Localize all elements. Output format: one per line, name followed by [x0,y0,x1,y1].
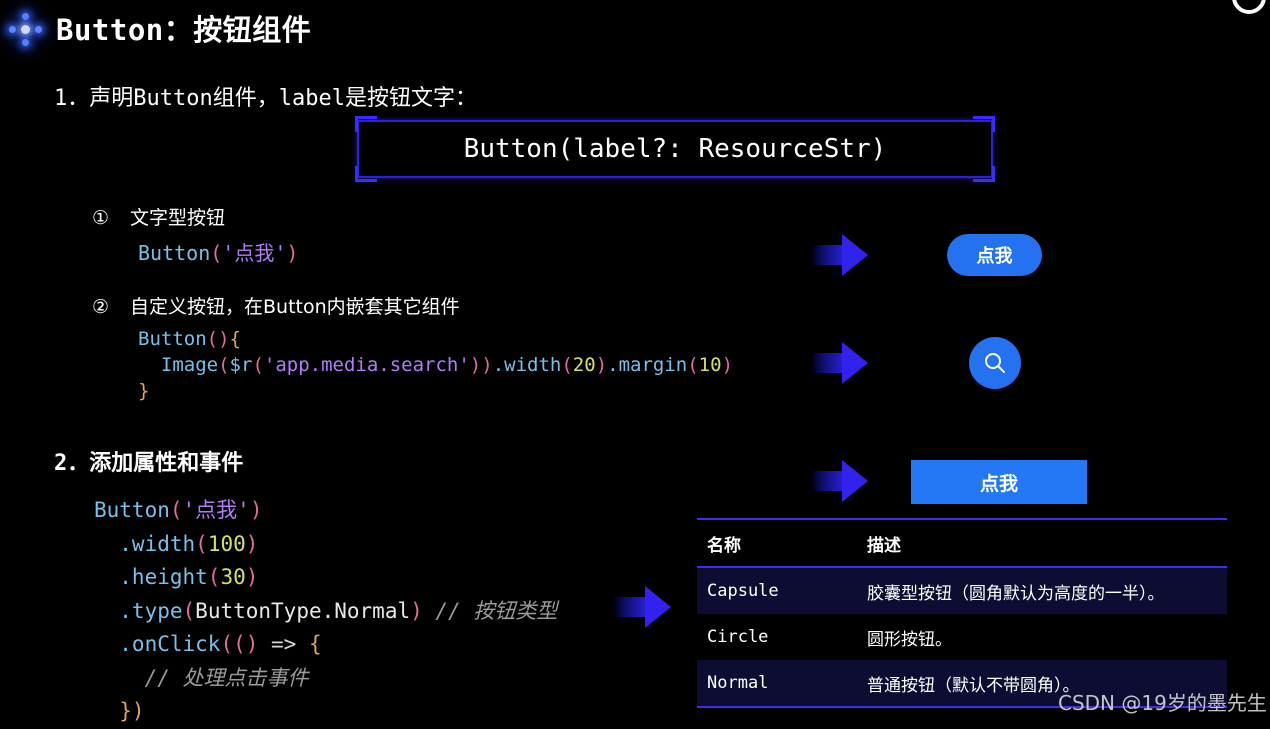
code-token-paren: ( [210,241,223,265]
code-token-paren: () [206,328,230,350]
code-token-number: 10 [698,354,722,376]
code-token-paren: ) [245,531,259,556]
table-row: Capsule 胶囊型按钮（圆角默认为高度的一半）。 [697,568,1227,614]
table-cell-desc: 胶囊型按钮（圆角默认为高度的一半）。 [867,583,1165,604]
table-row: Circle 圆形按钮。 [697,614,1227,660]
code-token-method: .height [94,565,208,589]
code-token-fn: Button [94,498,170,522]
bullet-item-1: ① 文字型按钮 [92,203,225,230]
code-token-enum: ButtonType.Normal [195,598,411,623]
circle-outline-icon [1232,0,1266,14]
code-token-paren: ( [169,498,183,522]
circle-demo-button[interactable] [969,337,1021,389]
table-cell-name: Normal [707,673,769,693]
arrow-right-icon-4 [614,586,672,628]
code-block-custom-button: Button(){ Image($r('app.media.search')).… [138,326,733,404]
code-token-fn: Image [160,354,219,376]
table-header-name: 名称 [707,535,741,556]
code-token-comment: // 按钮类型 [422,598,558,623]
code-token-string: 'app.media.search' [263,354,470,376]
code-token-paren: ( [218,354,230,376]
code-token-method: .width [94,531,196,556]
code-token-paren: ) [469,354,482,376]
code-token-paren: ) [245,565,259,589]
code-token-paren: ( [561,354,573,376]
code-token-paren: ) [286,241,299,265]
code-token-method: .type [94,598,183,623]
code-token-number: 20 [572,354,596,376]
arrow-shaft [812,353,844,373]
arrow-shaft [812,245,844,265]
code-token-method: .onClick [94,632,221,656]
bullet-label-1: 文字型按钮 [130,207,226,229]
table-header-desc: 描述 [867,535,901,556]
logo-dot-bottom [22,39,29,46]
code-token-brace: }) [94,699,145,723]
signature-text: Button(label?: ResourceStr) [463,134,887,164]
code-token-brace: } [138,380,150,402]
code-token-paren: ) [721,354,734,376]
code-token-method: .width [492,354,562,376]
code-token-paren: ( [687,354,699,376]
arrow-right-icon-3 [812,460,868,502]
bullet-label-2: 自定义按钮，在Button内嵌套其它组件 [130,296,460,318]
signature-box: Button(label?: ResourceStr) [355,116,995,182]
arrow-head [842,234,868,276]
arrow-right-icon-2 [812,342,868,384]
code-token-paren: ( [207,565,221,589]
code-token-resource: $r [229,354,253,376]
capsule-demo-button[interactable]: 点我 [947,234,1042,276]
code-token-string: '点我' [182,498,250,522]
code-token-comment: // 处理点击事件 [94,665,309,690]
logo-dot-left [9,26,16,33]
arrow-head [842,342,868,384]
diamond-compass-logo [4,8,48,52]
step-2-heading: 2．添加属性和事件 [54,451,244,476]
code-token-number: 30 [220,565,246,589]
table-cell-name: Capsule [707,581,779,601]
code-block-attributes-events: Button('点我') .width(100) .height(30) .ty… [94,494,557,729]
code-token-fn: Button [138,241,211,265]
bullet-item-2: ② 自定义按钮，在Button内嵌套其它组件 [92,292,460,319]
code-token-paren: ) [481,354,493,376]
normal-demo-button[interactable]: 点我 [911,460,1087,504]
arrow-head [645,586,671,628]
code-token-operator: => [258,632,309,656]
bullet-marker-2: ② [92,296,110,318]
code-token-paren: (() [220,632,259,656]
code-token-string: '点我' [222,241,287,265]
code-token-paren: ) [410,598,423,623]
button-type-table: 名称 描述 Capsule 胶囊型按钮（圆角默认为高度的一半）。 Circle … [697,518,1227,708]
watermark-text: CSDN @19岁的墨先生 [1058,691,1267,715]
code-token-fn: Button [138,328,207,350]
code-token-paren: ) [249,498,263,522]
arrow-shaft [614,597,647,617]
code-token-brace: { [229,328,241,350]
code-token-paren: ) [595,354,608,376]
normal-demo-button-label: 点我 [979,472,1018,495]
code-token-brace: { [308,632,322,656]
bullet-marker-1: ① [92,207,110,229]
page-title: Button：按钮组件 [56,13,312,47]
table-cell-name: Circle [707,627,769,647]
code-token-method: .margin [607,354,688,376]
table-cell-desc: 圆形按钮。 [867,629,952,650]
code-token-number: 100 [207,531,246,556]
code-token-indent [138,354,161,376]
code-token-paren: ( [252,354,264,376]
arrow-shaft [812,471,844,491]
logo-dot-center [21,25,30,34]
logo-dot-right [35,26,42,33]
code-block-text-button: Button('点我') [138,240,298,266]
step-1-heading: 1．声明Button组件，label是按钮文字： [54,86,477,111]
capsule-demo-button-label: 点我 [976,246,1013,267]
table-header-row: 名称 描述 [697,520,1227,566]
code-token-paren: ( [195,531,208,556]
arrow-right-icon-1 [812,234,868,276]
logo-dot-top [22,13,29,20]
arrow-head [842,460,868,502]
search-icon [985,353,1005,373]
code-token-paren: ( [182,598,196,623]
